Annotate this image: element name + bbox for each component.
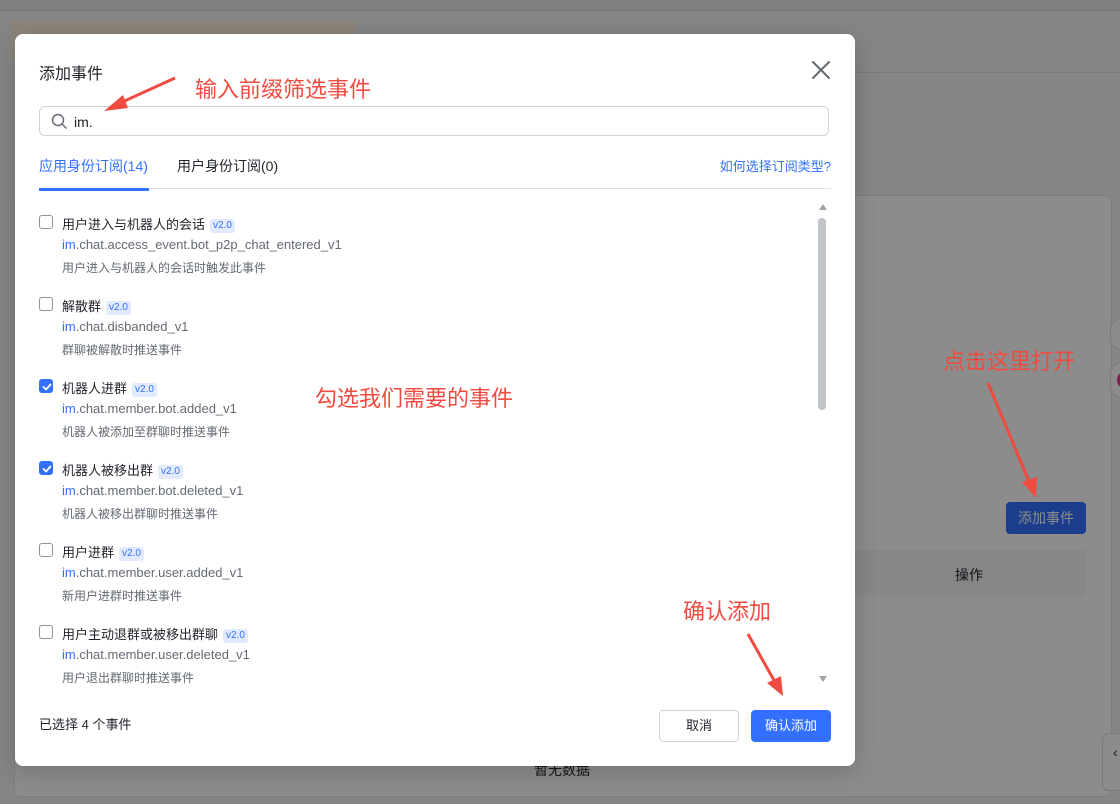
event-key-rest: .chat.member.bot.added_v1 <box>75 401 237 416</box>
tab-active-indicator <box>39 188 149 191</box>
checkbox[interactable] <box>39 543 53 557</box>
event-description: 用户退出群聊时推送事件 <box>62 671 195 685</box>
version-badge: v2.0 <box>158 465 183 479</box>
scrollbar[interactable] <box>818 204 828 684</box>
event-name-text: 用户进入与机器人的会话 <box>62 217 206 232</box>
modal-title: 添加事件 <box>39 66 104 83</box>
tab-app-identity[interactable]: 应用身份订阅(14) <box>39 156 149 191</box>
list-item[interactable]: 用户主动退群或被移出群聊 v2.0 im.chat.member.user.del… <box>39 618 799 685</box>
checkbox[interactable] <box>39 625 53 639</box>
event-name: 机器人进群 v2.0 <box>62 378 157 397</box>
event-name-text: 用户主动退群或被移出群聊 <box>62 627 219 642</box>
event-key-prefix: im <box>62 647 76 662</box>
list-item[interactable]: 解散群 v2.0 im.chat.disbanded_v1 群聊被解散时推送事件 <box>39 290 799 370</box>
annotation-check-hint: 勾选我们需要的事件 <box>315 387 514 412</box>
tab-label: 应用身份订阅(14) <box>39 158 148 174</box>
event-name-text: 用户进群 <box>62 545 115 560</box>
tab-label: 用户身份订阅(0) <box>177 158 279 174</box>
confirm-add-button[interactable]: 确认添加 <box>751 710 831 742</box>
event-key-prefix: im <box>62 237 76 252</box>
checkbox-checked[interactable] <box>39 461 53 475</box>
checkbox[interactable] <box>39 215 53 229</box>
event-key-prefix: im <box>62 565 76 580</box>
list-item[interactable]: 用户进入与机器人的会话 v2.0 im.chat.access_event.bot… <box>39 208 799 288</box>
search-input[interactable] <box>74 111 814 133</box>
event-key-prefix: im <box>62 483 76 498</box>
version-badge: v2.0 <box>119 547 144 561</box>
checkbox[interactable] <box>39 297 53 311</box>
close-icon[interactable] <box>810 59 832 81</box>
event-name-text: 机器人被移出群 <box>62 463 154 478</box>
event-description: 机器人被添加至群聊时推送事件 <box>62 425 231 439</box>
event-description: 新用户进群时推送事件 <box>62 589 183 603</box>
version-badge: v2.0 <box>223 629 248 643</box>
event-key-rest: .chat.member.user.deleted_v1 <box>75 647 250 662</box>
event-key-prefix: im <box>62 319 76 334</box>
event-key: im.chat.member.bot.added_v1 <box>62 401 237 416</box>
search-box[interactable] <box>39 106 829 136</box>
event-key-rest: .chat.disbanded_v1 <box>75 319 189 334</box>
list-item[interactable]: 机器人被移出群 v2.0 im.chat.member.bot.deleted_v… <box>39 454 799 534</box>
annotation-search-hint: 输入前缀筛选事件 <box>195 78 372 103</box>
event-key-rest: .chat.member.user.added_v1 <box>75 565 244 580</box>
event-name: 机器人被移出群 v2.0 <box>62 460 183 479</box>
annotation-open-hint: 点击这里打开 <box>943 350 1076 375</box>
event-name: 用户进入与机器人的会话 v2.0 <box>62 214 235 233</box>
search-icon <box>51 113 67 129</box>
check-icon <box>42 383 52 391</box>
event-description: 群聊被解散时推送事件 <box>62 343 183 357</box>
version-badge: v2.0 <box>210 219 235 233</box>
event-name: 解散群 v2.0 <box>62 296 131 315</box>
event-name: 用户主动退群或被移出群聊 v2.0 <box>62 624 248 643</box>
event-key: im.chat.member.user.added_v1 <box>62 565 243 580</box>
check-icon <box>42 465 52 473</box>
cancel-button[interactable]: 取消 <box>659 710 739 742</box>
selected-count: 已选择 4 个事件 <box>39 717 132 732</box>
scroll-down-arrow-icon[interactable] <box>819 676 827 682</box>
event-name-text: 机器人进群 <box>62 381 128 396</box>
event-key: im.chat.disbanded_v1 <box>62 319 188 334</box>
event-key: im.chat.member.bot.deleted_v1 <box>62 483 243 498</box>
event-key-rest: .chat.access_event.bot_p2p_chat_entered_… <box>75 237 342 252</box>
event-key-rest: .chat.member.bot.deleted_v1 <box>75 483 244 498</box>
help-link[interactable]: 如何选择订阅类型? <box>720 156 831 175</box>
scroll-up-arrow-icon[interactable] <box>819 204 827 210</box>
event-key: im.chat.member.user.deleted_v1 <box>62 647 250 662</box>
event-key-prefix: im <box>62 401 76 416</box>
scrollbar-thumb[interactable] <box>818 218 826 410</box>
version-badge: v2.0 <box>106 301 131 315</box>
subscription-tabs: 应用身份订阅(14) 用户身份订阅(0) 如何选择订阅类型? <box>39 152 831 191</box>
checkbox-checked[interactable] <box>39 379 53 393</box>
version-badge: v2.0 <box>132 383 157 397</box>
event-description: 用户进入与机器人的会话时触发此事件 <box>62 261 267 275</box>
event-name: 用户进群 v2.0 <box>62 542 144 561</box>
tab-user-identity[interactable]: 用户身份订阅(0) <box>177 156 278 188</box>
event-description: 机器人被移出群聊时推送事件 <box>62 507 219 521</box>
event-name-text: 解散群 <box>62 299 102 314</box>
annotation-confirm-hint: 确认添加 <box>683 600 772 625</box>
event-key: im.chat.access_event.bot_p2p_chat_entere… <box>62 237 342 252</box>
